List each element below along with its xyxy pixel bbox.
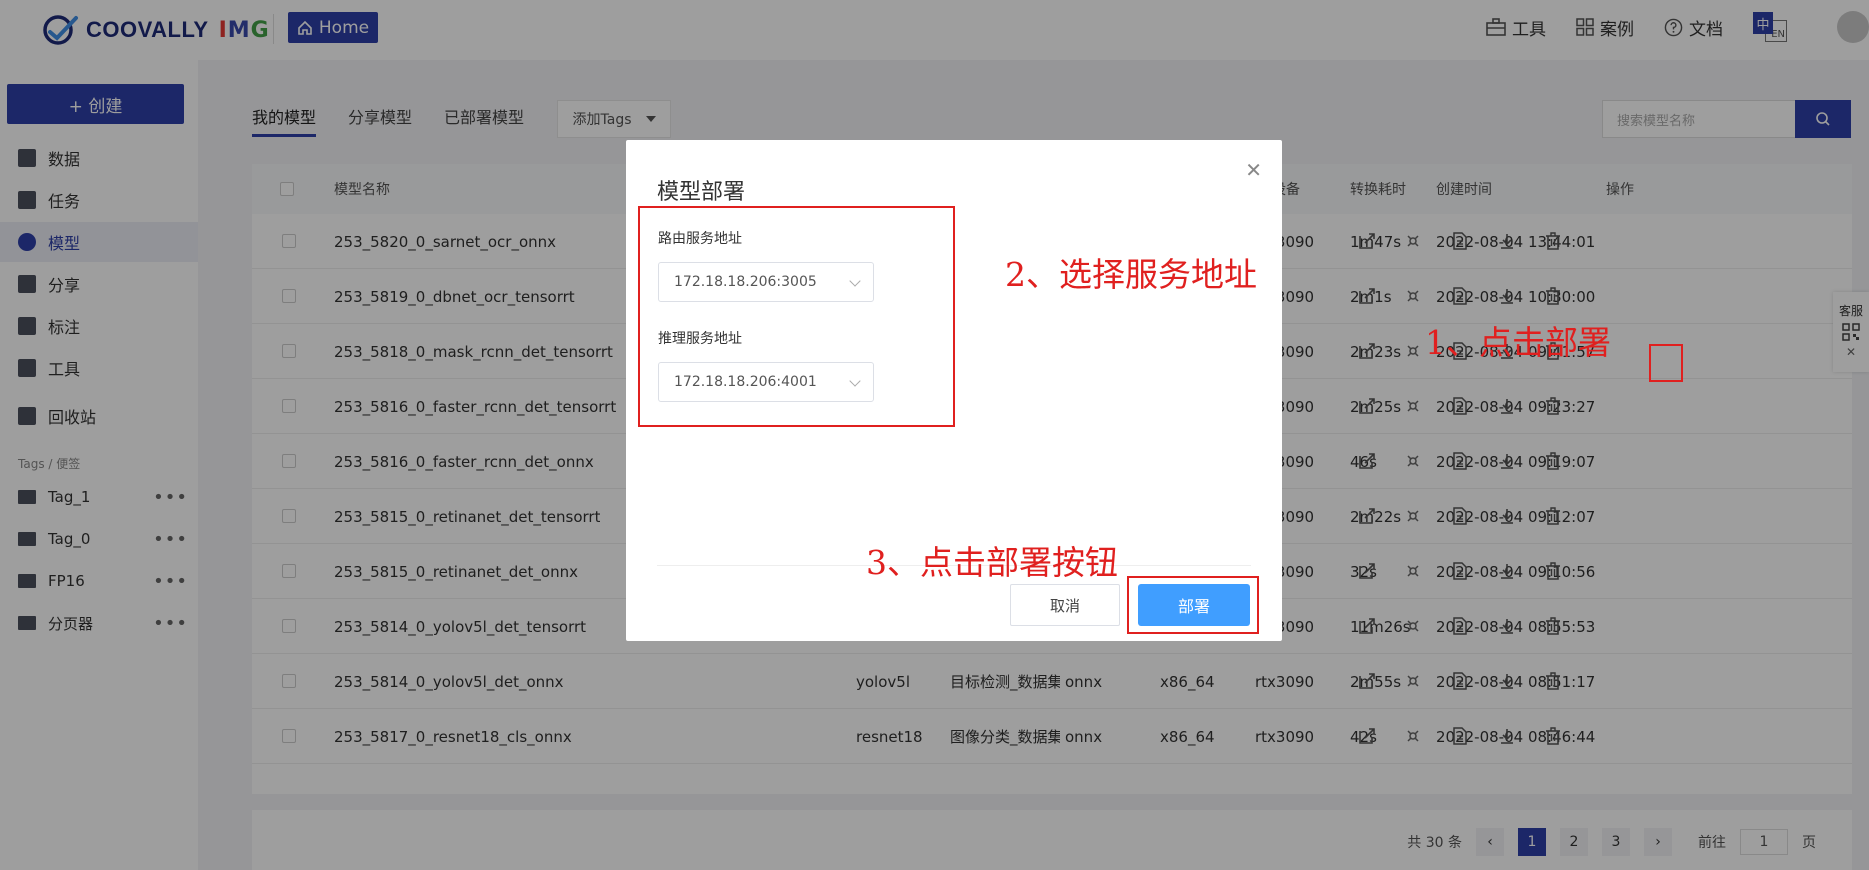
annotation-step1: 1、点击部署 (1425, 323, 1611, 362)
cancel-button[interactable]: 取消 (1010, 584, 1120, 626)
annotation-step3: 3、点击部署按钮 (866, 543, 1118, 582)
annotation-box-deploy-action (1649, 344, 1683, 382)
annotation-box-select-address (638, 206, 955, 427)
annotation-box-deploy-button (1127, 576, 1259, 634)
annotation-step2: 2、选择服务地址 (1005, 255, 1257, 294)
dialog-title: 模型部署 (657, 180, 746, 205)
close-icon[interactable]: ✕ (1245, 158, 1262, 182)
